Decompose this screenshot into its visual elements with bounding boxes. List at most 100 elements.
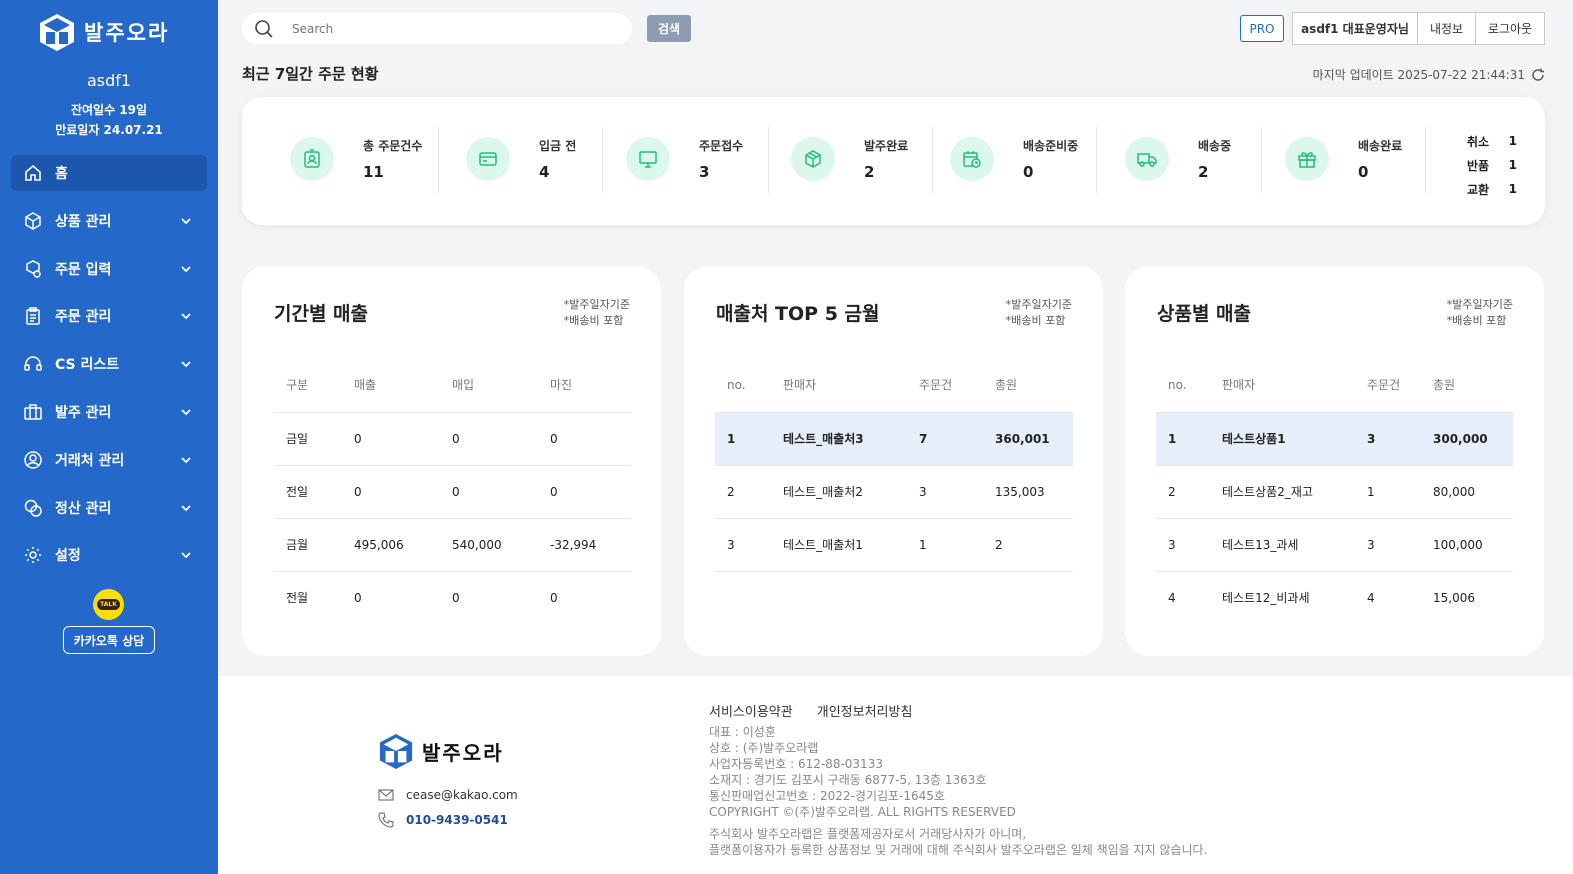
logout-button[interactable]: 로그아웃 (1475, 12, 1545, 45)
cs-label: 반품 (1467, 158, 1490, 173)
chevron-down-icon (181, 218, 191, 225)
stat-label: 배송완료 (1358, 139, 1403, 153)
exchange-count[interactable]: 교환 1 (1467, 177, 1517, 201)
kakao-badge-text: TALK (97, 599, 120, 610)
table-cell: 300,000 (1433, 412, 1513, 466)
kakao-talk-icon[interactable]: TALK (93, 589, 124, 620)
headset-icon (23, 354, 43, 374)
search-button[interactable]: 검색 (647, 15, 691, 42)
note-shipping: *배송비 포함 (563, 314, 624, 327)
sidebar-item-label: 거래처 관리 (55, 452, 125, 469)
search-bar (242, 13, 632, 44)
stat-total-orders[interactable]: 총 주문건수 11 (290, 127, 440, 191)
search-input[interactable] (292, 21, 592, 36)
home-icon (23, 163, 43, 183)
table-row[interactable]: 1 테스트_매출처3 7 360,001 (715, 412, 1073, 466)
return-count[interactable]: 반품 1 (1467, 153, 1517, 177)
stat-before-payment[interactable]: 입금 전 4 (466, 127, 606, 191)
disclaimer: 주식회사 발주오라랩은 플랫폼제공자로서 거래당사자가 아니며, 플랫폼이용자가… (709, 826, 1207, 858)
table-row[interactable]: 2 테스트_매출처2 3 135,003 (715, 465, 1073, 519)
stat-value: 2 (1198, 163, 1209, 181)
my-info-button[interactable]: 내정보 (1417, 12, 1476, 45)
refresh-icon[interactable] (1531, 68, 1545, 82)
table-cell: 0 (452, 590, 460, 605)
divider (438, 127, 439, 193)
table-cell: 1 (1156, 412, 1222, 466)
sidebar-item-purchase[interactable]: 발주 관리 (11, 394, 207, 430)
table-cell: 100,000 (1433, 518, 1513, 572)
table-cell: 0 (550, 465, 631, 519)
sidebar-item-settings[interactable]: 설정 (11, 537, 207, 573)
monitor-icon (626, 137, 670, 181)
table-cell: 540,000 (452, 518, 550, 572)
table-row[interactable]: 3 테스트13_과세 3 100,000 (1156, 518, 1513, 572)
stat-value: 3 (699, 163, 710, 181)
table-row[interactable]: 4 테스트12_비과세 4 15,006 (1156, 571, 1513, 624)
sidebar-item-partners[interactable]: 거래처 관리 (11, 442, 207, 478)
sidebar-item-settlement[interactable]: 정산 관리 (11, 490, 207, 526)
table-cell: 테스트상품2_재고 (1222, 465, 1367, 519)
stat-label: 주문접수 (699, 139, 744, 153)
calendar-clock-icon (950, 137, 994, 181)
table-row[interactable]: 1 테스트상품1 3 300,000 (1156, 412, 1513, 466)
table-cell: 2 (1156, 465, 1222, 519)
table-cell: 495,006 (354, 518, 452, 572)
table-cell: 1 (715, 412, 783, 466)
briefcase-icon (23, 402, 43, 422)
table-cell: 테스트_매출처2 (783, 465, 919, 519)
stat-order-received[interactable]: 주문접수 3 (626, 127, 766, 191)
column-header: no. (1156, 358, 1222, 413)
cancel-count[interactable]: 취소 1 (1467, 129, 1517, 153)
order-status-card: 총 주문건수 11 입금 전 4 주문접수 3 발주완료 2 배송준비중 0 배… (242, 97, 1545, 225)
pro-button[interactable]: PRO (1240, 15, 1284, 42)
info-line: 통신판매업신고번호 : 2022-경기김포-1645호 (709, 789, 945, 803)
table-row[interactable]: 2 테스트상품2_재고 1 80,000 (1156, 465, 1513, 519)
sidebar-item-cs[interactable]: CS 리스트 (11, 346, 207, 382)
chevron-down-icon (181, 409, 191, 416)
column-header: 판매자 (1222, 358, 1367, 413)
table-cell: 360,001 (995, 412, 1073, 466)
info-line: COPYRIGHT ©(주)발주오라랩. ALL RIGHTS RESERVED (709, 805, 1016, 819)
stat-purchase-complete[interactable]: 발주완료 2 (791, 127, 931, 191)
sidebar-item-order-input[interactable]: 주문 입력 (11, 251, 207, 287)
sidebar-item-order-manage[interactable]: 주문 관리 (11, 298, 207, 334)
cs-counts: 취소 1 반품 1 교환 1 (1467, 129, 1517, 201)
footer-brand-name: 발주오라 (422, 740, 504, 765)
table-cell: 0 (452, 465, 550, 519)
user-name: asdf1 (86, 71, 132, 90)
table-cell: 금월 (274, 518, 354, 572)
footer-email[interactable]: cease@kakao.com (378, 788, 518, 802)
stat-value: 4 (539, 163, 550, 181)
table-cell: 금일 (274, 412, 354, 466)
stat-delivered[interactable]: 배송완료 0 (1285, 127, 1425, 191)
brand-logo[interactable]: 발주오라 (38, 12, 169, 52)
terms-link[interactable]: 서비스이용약관 (709, 701, 793, 720)
table-header: no. 판매자 주문건 총원 (715, 358, 1073, 413)
footer-phone[interactable]: 010-9439-0541 (378, 812, 508, 828)
sidebar-item-label: 상품 관리 (55, 213, 112, 230)
column-header: 매출 (354, 358, 452, 413)
stat-shipping[interactable]: 배송중 2 (1125, 127, 1265, 191)
column-header: 매입 (452, 358, 550, 413)
stat-preparing-shipment[interactable]: 배송준비중 0 (950, 127, 1100, 191)
order-input-icon (23, 259, 43, 279)
page-title: 최근 7일간 주문 현황 (242, 65, 379, 83)
cube-logo-icon (379, 733, 413, 769)
panel-note: *발주일자기준 *배송비 포함 (564, 297, 630, 329)
user-account-button[interactable]: asdf1 대표운영자님 (1292, 12, 1418, 45)
panel-title: 매출처 TOP 5 금월 (716, 303, 880, 325)
sidebar: 발주오라 asdf1 잔여일수 19일 만료일자 24.07.21 홈 상품 관… (0, 0, 218, 874)
sidebar-item-label: 주문 관리 (55, 309, 112, 326)
badge-icon (290, 137, 334, 181)
sidebar-item-products[interactable]: 상품 관리 (11, 203, 207, 239)
chevron-down-icon (181, 552, 191, 559)
sidebar-item-label: 홈 (55, 166, 68, 182)
stat-value: 2 (864, 163, 875, 181)
privacy-link[interactable]: 개인정보처리방침 (817, 701, 913, 720)
sidebar-item-home[interactable]: 홈 (11, 155, 207, 191)
footer-email-text: cease@kakao.com (406, 788, 518, 802)
table-row[interactable]: 3 테스트_매출처1 1 2 (715, 518, 1073, 572)
top-sellers-panel: 매출처 TOP 5 금월 *발주일자기준 *배송비 포함 no. 판매자 주문건… (684, 266, 1103, 656)
kakao-consult-button[interactable]: 카카오톡 상담 (63, 626, 155, 654)
table-cell: 7 (919, 412, 995, 466)
